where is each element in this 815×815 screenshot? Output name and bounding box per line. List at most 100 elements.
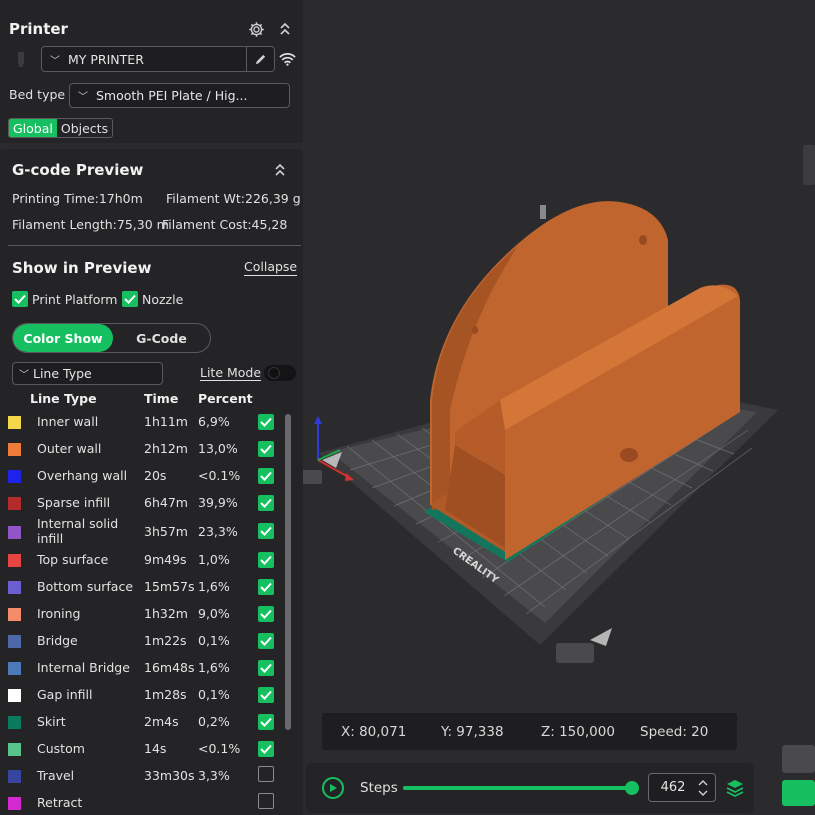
table-header-row: Line Type Time Percent xyxy=(8,388,280,408)
line-type-time: 2h12m xyxy=(144,441,188,456)
play-icon[interactable] xyxy=(322,777,344,799)
tab-color-show[interactable]: Color Show xyxy=(13,324,113,352)
line-visible-checkbox[interactable] xyxy=(258,605,274,622)
scrollbar[interactable] xyxy=(285,414,291,730)
chevron-down-icon: ﹀ xyxy=(19,370,29,381)
filament-cost: Filament Cost:45,28 xyxy=(162,217,288,232)
line-color-swatch xyxy=(8,416,21,429)
3d-viewport[interactable]: CREALITY xyxy=(303,0,815,815)
line-type-percent: 1,6% xyxy=(198,579,230,594)
printing-time: Printing Time:17h0m xyxy=(12,191,143,206)
collapse-double-chevron-icon[interactable] xyxy=(271,161,289,179)
line-color-swatch xyxy=(8,554,21,567)
bed-type-select[interactable]: ﹀ Smooth PEI Plate / Hig... xyxy=(69,83,290,108)
tab-objects[interactable]: Objects xyxy=(57,119,112,137)
export-button-fragment[interactable] xyxy=(782,780,815,806)
line-color-swatch xyxy=(8,662,21,675)
stepper-arrows-icon[interactable] xyxy=(697,777,709,799)
line-type-time: 6h47m xyxy=(144,495,188,510)
line-visible-checkbox[interactable] xyxy=(258,740,274,757)
table-row: Sparse infill 6h47m 39,9% xyxy=(8,489,280,516)
line-visible-checkbox[interactable] xyxy=(258,578,274,595)
printer-select[interactable]: ﹀ MY PRINTER xyxy=(41,46,275,72)
bed-type-value: Smooth PEI Plate / Hig... xyxy=(96,88,248,103)
line-type-time: 14s xyxy=(144,741,167,756)
chevron-down-icon: ﹀ xyxy=(50,55,60,67)
line-type-name: Inner wall xyxy=(37,414,99,429)
table-row: Bridge 1m22s 0,1% xyxy=(8,627,280,654)
steps-input[interactable]: 462 xyxy=(648,773,716,802)
table-row: Top surface 9m49s 1,0% xyxy=(8,546,280,573)
show-in-preview-title: Show in Preview xyxy=(12,259,152,277)
line-type-name: Custom xyxy=(37,741,85,756)
print-platform-checkbox[interactable] xyxy=(12,291,28,307)
table-row: Custom 14s <0.1% xyxy=(8,735,280,762)
line-type-time: 2m4s xyxy=(144,714,179,729)
line-type-name: Travel xyxy=(37,768,75,783)
line-visible-checkbox[interactable] xyxy=(258,686,274,703)
line-type-time: 1m22s xyxy=(144,633,187,648)
line-color-swatch xyxy=(8,689,21,702)
line-hidden-checkbox[interactable] xyxy=(258,766,274,782)
table-row: Internal Bridge 16m48s 1,6% xyxy=(8,654,280,681)
line-type-name: Internal solid infill xyxy=(37,516,119,546)
line-type-time: 16m48s xyxy=(144,660,195,675)
coord-x: X: 80,071 xyxy=(341,723,407,740)
line-type-select[interactable]: ﹀ Line Type xyxy=(12,362,163,385)
steps-value: 462 xyxy=(660,780,686,795)
line-color-swatch xyxy=(8,716,21,729)
line-type-percent: <0.1% xyxy=(198,468,241,483)
line-type-time: 33m30s xyxy=(144,768,195,783)
line-type-time: 20s xyxy=(144,468,167,483)
coord-y: Y: 97,338 xyxy=(441,723,504,740)
printer-title: Printer xyxy=(9,20,68,38)
line-type-name: Retract xyxy=(37,795,83,810)
line-type-name: Outer wall xyxy=(37,441,102,456)
steps-slider-thumb[interactable] xyxy=(625,781,639,795)
edit-pencil-icon[interactable] xyxy=(246,47,274,71)
header-percent: Percent xyxy=(198,390,253,406)
printed-model xyxy=(424,201,740,562)
line-visible-checkbox[interactable] xyxy=(258,713,274,730)
line-type-name: Bridge xyxy=(37,633,78,648)
line-type-percent: <0.1% xyxy=(198,741,241,756)
chevron-down-icon: ﹀ xyxy=(78,92,88,103)
lite-mode-label: Lite Mode xyxy=(200,365,262,380)
line-visible-checkbox[interactable] xyxy=(258,632,274,649)
line-visible-checkbox[interactable] xyxy=(258,467,274,484)
line-visible-checkbox[interactable] xyxy=(258,494,274,511)
printer-device-icon xyxy=(12,50,30,68)
line-type-time: 15m57s xyxy=(144,579,195,594)
line-type-select-value: Line Type xyxy=(33,366,92,381)
line-color-swatch xyxy=(8,470,21,483)
tab-gcode[interactable]: G-Code xyxy=(113,324,210,352)
side-toolbar-fragment[interactable] xyxy=(803,145,815,185)
table-row: Overhang wall 20s <0.1% xyxy=(8,462,280,489)
collapse-double-chevron-icon[interactable] xyxy=(276,20,294,38)
steps-slider[interactable] xyxy=(403,781,639,795)
layers-icon[interactable] xyxy=(726,779,744,801)
nozzle-checkbox[interactable] xyxy=(122,291,138,307)
line-type-time: 1h11m xyxy=(144,414,188,429)
line-type-percent: 6,9% xyxy=(198,414,230,429)
line-visible-checkbox[interactable] xyxy=(258,440,274,457)
line-visible-checkbox[interactable] xyxy=(258,523,274,539)
lite-mode-toggle[interactable] xyxy=(264,365,296,381)
line-visible-checkbox[interactable] xyxy=(258,413,274,430)
line-type-percent: 39,9% xyxy=(198,495,238,510)
gcode-preview-title: G-code Preview xyxy=(12,161,144,179)
tab-global[interactable]: Global xyxy=(9,119,57,137)
wifi-icon[interactable] xyxy=(278,50,296,68)
line-color-swatch xyxy=(8,497,21,510)
gcode-preview-panel: G-code Preview Printing Time:17h0m Filam… xyxy=(0,149,303,815)
line-type-name: Gap infill xyxy=(37,687,93,702)
line-visible-checkbox[interactable] xyxy=(258,659,274,676)
line-type-name: Top surface xyxy=(37,552,109,567)
line-hidden-checkbox[interactable] xyxy=(258,793,274,809)
line-type-percent: 0,2% xyxy=(198,714,230,729)
settings-gear-icon[interactable] xyxy=(247,20,265,38)
collapse-link[interactable]: Collapse xyxy=(244,259,297,274)
line-visible-checkbox[interactable] xyxy=(258,551,274,568)
steps-label: Steps xyxy=(360,780,398,796)
side-button-fragment[interactable] xyxy=(782,745,815,773)
